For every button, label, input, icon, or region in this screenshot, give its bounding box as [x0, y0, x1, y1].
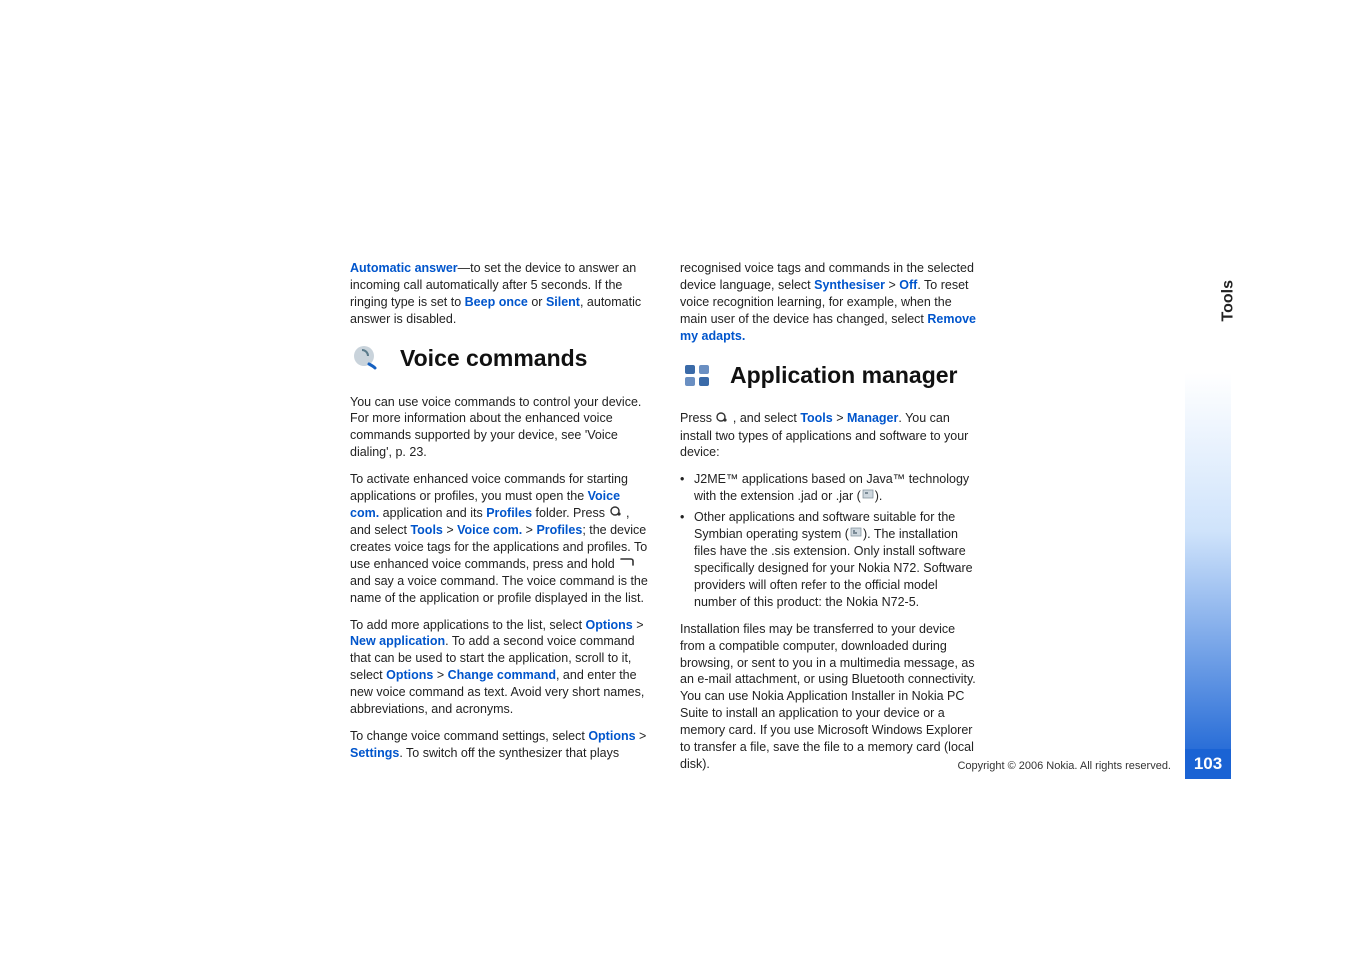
text: >: [885, 278, 899, 292]
paragraph-settings: To change voice command settings, select…: [350, 728, 650, 762]
link-new-application: New application: [350, 634, 445, 648]
text: and say a voice command. The voice comma…: [350, 574, 648, 605]
heading-text: Voice commands: [400, 343, 587, 374]
text: >: [636, 729, 647, 743]
menu-key-icon: [715, 411, 729, 428]
text: >: [433, 668, 447, 682]
paragraph-voice-intro: You can use voice commands to control yo…: [350, 394, 650, 462]
text: , and select: [729, 411, 800, 425]
heading-app-manager: Application manager: [680, 358, 980, 392]
link-voice-com-2: Voice com.: [457, 523, 522, 537]
link-profiles: Profiles: [486, 506, 532, 520]
side-tab-label: Tools: [1219, 280, 1237, 321]
link-options-2: Options: [386, 668, 433, 682]
paragraph-install-transfer: Installation files may be transferred to…: [680, 621, 980, 773]
app-types-list: J2ME™ applications based on Java™ techno…: [680, 471, 980, 611]
link-beep-once: Beep once: [465, 295, 528, 309]
left-column: Automatic answer—to set the device to an…: [350, 260, 650, 783]
paragraph-press-manager: Press , and select Tools > Manager. You …: [680, 410, 980, 461]
right-column: recognised voice tags and commands in th…: [680, 260, 980, 783]
copyright-text: Copyright © 2006 Nokia. All rights reser…: [957, 760, 1171, 772]
paragraph-voice-activate: To activate enhanced voice commands for …: [350, 471, 650, 607]
paragraph-synth: recognised voice tags and commands in th…: [680, 260, 980, 344]
text: >: [633, 618, 644, 632]
paragraph-auto-answer: Automatic answer—to set the device to an…: [350, 260, 650, 328]
send-key-icon: [618, 556, 636, 573]
text: folder. Press: [532, 506, 608, 520]
heading-voice-commands: Voice commands: [350, 342, 650, 376]
text: ).: [875, 489, 883, 503]
text: J2ME™ applications based on Java™ techno…: [694, 472, 969, 503]
text: To add more applications to the list, se…: [350, 618, 586, 632]
link-silent: Silent: [546, 295, 580, 309]
voice-commands-icon: [350, 342, 384, 376]
text: or: [528, 295, 546, 309]
list-item: Other applications and software suitable…: [680, 509, 980, 611]
link-automatic-answer: Automatic answer: [350, 261, 458, 275]
link-synthesiser: Synthesiser: [814, 278, 885, 292]
text: application and its: [379, 506, 486, 520]
heading-text: Application manager: [730, 360, 957, 391]
text: To activate enhanced voice commands for …: [350, 472, 628, 503]
link-options: Options: [586, 618, 633, 632]
paragraph-add-apps: To add more applications to the list, se…: [350, 617, 650, 718]
text: >: [443, 523, 457, 537]
page-content: Automatic answer—to set the device to an…: [0, 0, 1351, 783]
text: To change voice command settings, select: [350, 729, 588, 743]
link-settings: Settings: [350, 746, 399, 760]
sis-file-icon: [849, 526, 863, 543]
link-tools: Tools: [410, 523, 442, 537]
link-off: Off: [899, 278, 917, 292]
link-change-command: Change command: [448, 668, 556, 682]
link-options-3: Options: [588, 729, 635, 743]
jar-file-icon: [861, 488, 875, 505]
text: Press: [680, 411, 715, 425]
link-manager: Manager: [847, 411, 898, 425]
app-manager-icon: [680, 358, 714, 392]
menu-key-icon: [609, 505, 623, 522]
list-item: J2ME™ applications based on Java™ techno…: [680, 471, 980, 505]
page-number: 103: [1185, 749, 1231, 779]
text: . To switch off the synthesizer that pla…: [399, 746, 619, 760]
text: >: [522, 523, 536, 537]
link-profiles-2: Profiles: [536, 523, 582, 537]
text: >: [833, 411, 847, 425]
link-tools: Tools: [800, 411, 832, 425]
